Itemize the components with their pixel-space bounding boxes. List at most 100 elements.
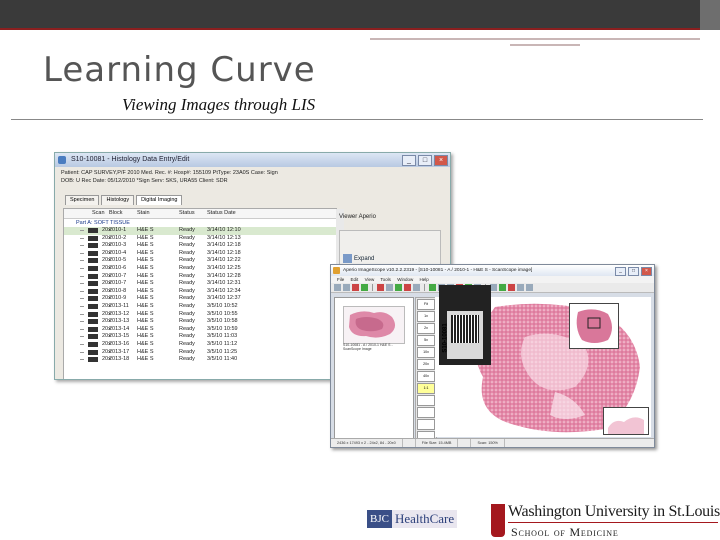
menu-help[interactable]: Help: [419, 277, 428, 282]
table-row[interactable]: 20x 2010-2 H&E S Ready 3/14/10 12:13: [64, 235, 336, 243]
tool-icon[interactable]: [334, 284, 341, 291]
zoom-button[interactable]: 20x: [417, 359, 435, 370]
slide-thumb-icon[interactable]: [88, 258, 98, 264]
tool-icon[interactable]: [526, 284, 533, 291]
table-row[interactable]: 20x 2013-16 H&E S Ready 3/5/10 11:12: [64, 341, 336, 349]
slide-thumb-icon[interactable]: [88, 303, 98, 309]
column-header-stain[interactable]: Stain: [137, 209, 179, 218]
zoom-button[interactable]: 2x: [417, 323, 435, 334]
slide-thumb-icon[interactable]: [88, 357, 98, 363]
zoom-button[interactable]: 5x: [417, 335, 435, 346]
zoom-button[interactable]: 1:1: [417, 383, 435, 394]
tree-line: [80, 343, 84, 345]
imagescope-titlebar[interactable]: Aperio ImageScope v10.2.2.2319 - [S10-10…: [331, 265, 654, 276]
column-header-scan[interactable]: Scan: [64, 209, 109, 218]
table-row[interactable]: 20x 2010-3 H&E S Ready 3/14/10 12:18: [64, 242, 336, 250]
column-header-status[interactable]: Status: [179, 209, 207, 218]
slide-thumb-icon[interactable]: [88, 235, 98, 241]
slide-thumb-icon[interactable]: [88, 273, 98, 279]
slide-thumb-icon[interactable]: [88, 281, 98, 287]
tool-icon[interactable]: [386, 284, 393, 291]
tool-icon[interactable]: [343, 284, 350, 291]
minimize-button[interactable]: _: [402, 155, 416, 166]
slide-thumb-icon[interactable]: [88, 288, 98, 294]
table-row[interactable]: 20x 2013-14 H&E S Ready 3/5/10 10:59: [64, 326, 336, 334]
close-button[interactable]: ×: [641, 267, 652, 276]
minimize-button[interactable]: _: [615, 267, 626, 276]
expand-button[interactable]: Expand: [343, 254, 374, 263]
zoom-button[interactable]: 40x: [417, 371, 435, 382]
table-row[interactable]: 20x 2010-5 H&E S Ready 3/14/10 12:22: [64, 257, 336, 265]
part-group-header[interactable]: Part A: SOFT TISSUE: [64, 219, 336, 227]
slide-thumb-icon[interactable]: [88, 250, 98, 256]
menu-file[interactable]: File: [337, 277, 344, 282]
tool-icon[interactable]: [499, 284, 506, 291]
slide-thumb-icon[interactable]: [88, 341, 98, 347]
tool-icon[interactable]: [377, 284, 384, 291]
cell-block: 2013-17: [109, 348, 130, 355]
tool-icon[interactable]: [361, 284, 368, 291]
table-row[interactable]: 20x 2013-15 H&E S Ready 3/5/10 11:03: [64, 333, 336, 341]
table-row[interactable]: 20x 2010-8 H&E S Ready 3/14/10 12:34: [64, 288, 336, 296]
column-header-status-date[interactable]: Status Date: [207, 209, 267, 218]
menu-window[interactable]: Window: [397, 277, 413, 282]
lis-titlebar[interactable]: S10-10081 - Histology Data Entry/Edit _ …: [55, 153, 450, 167]
table-row[interactable]: 20x 2010-6 H&E S Ready 3/14/10 12:25: [64, 265, 336, 273]
tree-line: [80, 359, 84, 361]
table-row[interactable]: 20x 2010-4 H&E S Ready 3/14/10 12:18: [64, 250, 336, 258]
zoom-button[interactable]: [417, 419, 435, 430]
table-row[interactable]: 20x 2013-12 H&E S Ready 3/5/10 10:55: [64, 311, 336, 319]
slide-thumb-icon[interactable]: [88, 296, 98, 302]
slide-thumb-icon[interactable]: [88, 243, 98, 249]
table-row[interactable]: 20x 2013-13 H&E S Ready 3/5/10 10:58: [64, 318, 336, 326]
close-button[interactable]: ×: [434, 155, 448, 166]
slide-thumb-icon[interactable]: [88, 326, 98, 332]
tool-icon[interactable]: [413, 284, 420, 291]
table-row[interactable]: 20x 2013-18 H&E S Ready 3/5/10 11:40: [64, 356, 336, 364]
cell-stain: H&E S: [137, 234, 154, 241]
tool-icon[interactable]: [490, 284, 497, 291]
table-row[interactable]: 20x 2010-9 H&E S Ready 3/14/10 12:37: [64, 295, 336, 303]
zoom-button[interactable]: 1x: [417, 311, 435, 322]
cell-status: Ready: [179, 340, 195, 347]
overview-window[interactable]: [569, 303, 619, 349]
tool-icon[interactable]: [429, 284, 436, 291]
column-header-block[interactable]: Block: [109, 209, 137, 218]
menu-edit[interactable]: Edit: [351, 277, 359, 282]
magnifier-tissue-icon: [604, 408, 648, 434]
slide-thumb-icon[interactable]: [88, 265, 98, 271]
cell-status: Ready: [179, 287, 195, 294]
menu-view[interactable]: View: [365, 277, 375, 282]
tool-icon[interactable]: [508, 284, 515, 291]
menu-tools[interactable]: Tools: [380, 277, 391, 282]
tool-icon[interactable]: [352, 284, 359, 291]
zoom-button[interactable]: 10x: [417, 347, 435, 358]
cell-stain: H&E S: [137, 287, 154, 294]
slide-thumb-icon[interactable]: [88, 334, 98, 340]
slide-thumb-icon[interactable]: [88, 311, 98, 317]
table-row[interactable]: 20x 2010-1 H&E S Ready 3/14/10 12:10: [64, 227, 336, 235]
tool-icon[interactable]: [517, 284, 524, 291]
slide-thumb-icon[interactable]: [88, 228, 98, 233]
table-row[interactable]: 20x 2010-7 H&E S Ready 3/14/10 12:28: [64, 273, 336, 281]
table-row[interactable]: 20x 2013-11 H&E S Ready 3/5/10 10:52: [64, 303, 336, 311]
maximize-button[interactable]: □: [418, 155, 432, 166]
table-row[interactable]: 20x 2010-7 H&E S Ready 3/14/10 12:31: [64, 280, 336, 288]
tab-digital-imaging[interactable]: Digital Imaging: [136, 195, 183, 205]
slide-thumb-icon[interactable]: [88, 319, 98, 325]
top-banner: [0, 0, 720, 30]
tool-icon[interactable]: [404, 284, 411, 291]
magnifier-window[interactable]: [603, 407, 649, 435]
tree-line: [80, 245, 84, 247]
zoom-button[interactable]: [417, 395, 435, 406]
zoom-button[interactable]: Fit: [417, 299, 435, 310]
zoom-button[interactable]: [417, 407, 435, 418]
tool-icon[interactable]: [395, 284, 402, 291]
table-row[interactable]: 20x 2013-17 H&E S Ready 3/5/10 11:25: [64, 349, 336, 357]
cell-status: Ready: [179, 325, 195, 332]
slide-thumbnail[interactable]: [343, 306, 405, 344]
tab-histology[interactable]: Histology: [101, 195, 135, 205]
maximize-button[interactable]: □: [628, 267, 639, 276]
tab-specimen[interactable]: Specimen: [65, 195, 100, 205]
slide-thumb-icon[interactable]: [88, 349, 98, 355]
